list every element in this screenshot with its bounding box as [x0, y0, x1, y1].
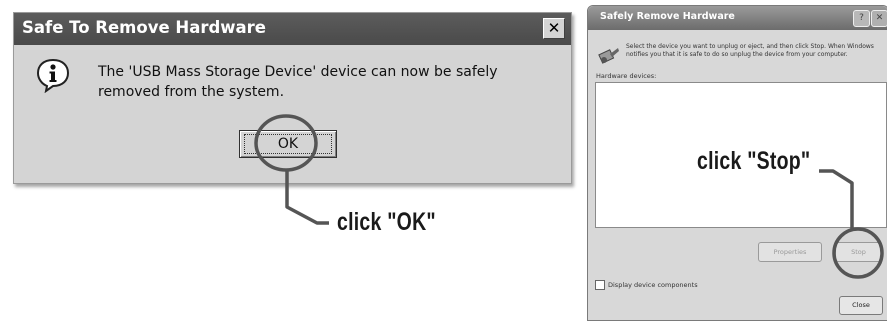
- ok-button[interactable]: OK: [239, 130, 337, 158]
- hardware-icon: [598, 48, 619, 64]
- info-icon: [36, 58, 70, 93]
- close-button[interactable]: Close: [839, 296, 883, 315]
- dialog-message: The 'USB Mass Storage Device' device can…: [98, 64, 498, 100]
- stop-callout-text: click "Stop": [697, 147, 811, 175]
- display-components-option[interactable]: Display device components: [595, 280, 698, 290]
- window-title: Safely Remove Hardware: [600, 11, 735, 22]
- ok-callout-text: click "OK": [337, 208, 436, 236]
- properties-button[interactable]: Properties: [758, 242, 822, 262]
- instructions-text: Select the device you want to unplug or …: [626, 43, 874, 58]
- stop-button[interactable]: Stop: [835, 242, 882, 262]
- safe-to-remove-dialog: Safe To Remove Hardware ✕ The 'USB Mass …: [13, 12, 572, 184]
- close-window-button[interactable]: ✕: [871, 10, 887, 27]
- close-button[interactable]: ✕: [543, 18, 565, 39]
- display-components-checkbox[interactable]: [595, 280, 605, 290]
- display-components-label: Display device components: [608, 281, 698, 289]
- title-bar: Safely Remove Hardware ? ✕: [588, 6, 887, 30]
- dialog-title: Safe To Remove Hardware: [22, 18, 266, 37]
- ok-button-label: OK: [277, 136, 299, 152]
- title-bar: Safe To Remove Hardware ✕: [14, 13, 571, 45]
- help-button[interactable]: ?: [853, 10, 870, 27]
- hardware-devices-label: Hardware devices:: [596, 72, 657, 80]
